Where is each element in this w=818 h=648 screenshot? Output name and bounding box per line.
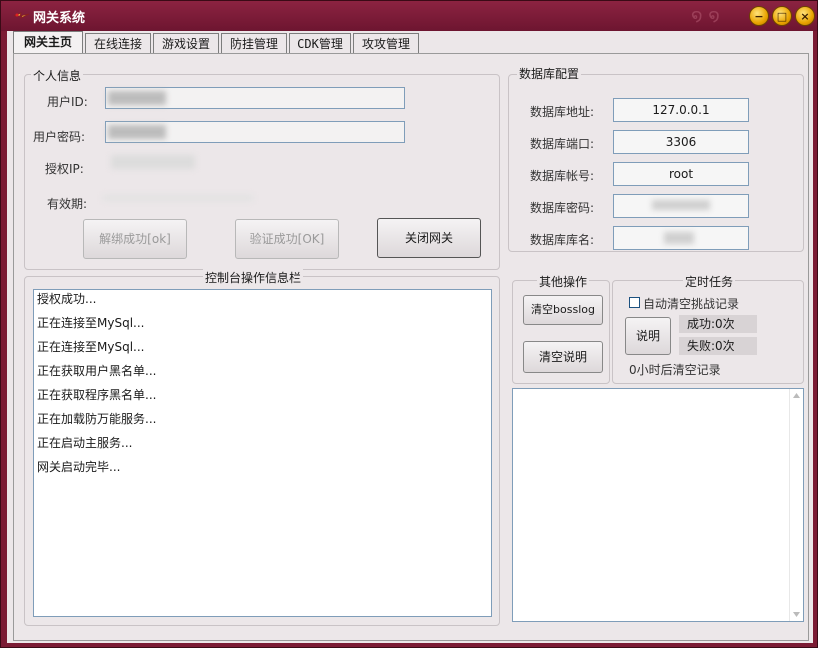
- description-list[interactable]: [512, 388, 804, 622]
- unbind-button[interactable]: 解绑成功[ok]: [83, 219, 187, 259]
- console-line: 网关启动完毕...: [37, 460, 121, 474]
- user-password-label: 用户密码:: [33, 130, 86, 144]
- db-name-label: 数据库库名:: [530, 233, 595, 247]
- validity-value: [103, 195, 253, 201]
- tab-gateway-home[interactable]: 网关主页: [13, 31, 83, 55]
- console-line: 授权成功...: [37, 292, 97, 306]
- app-window: 网关系统 ໑ ໑ − □ × 网关主页 在线连接 游戏设置 防挂管理 CDK管理…: [0, 0, 818, 648]
- console-line: 正在连接至MySql...: [37, 340, 145, 354]
- scroll-up-icon[interactable]: [793, 393, 800, 398]
- validity-label: 有效期:: [47, 197, 88, 211]
- auth-ip-label: 授权IP:: [45, 162, 84, 176]
- clear-after-text: 0小时后清空记录: [629, 363, 721, 377]
- db-account-field[interactable]: root: [613, 162, 749, 186]
- tab-anti-cheat[interactable]: 防挂管理: [221, 33, 287, 54]
- window-title: 网关系统: [33, 11, 86, 26]
- auto-clear-label: 自动清空挑战记录: [643, 297, 740, 311]
- auth-ip-value: [111, 155, 195, 169]
- console-line: 正在获取用户黑名单...: [37, 364, 157, 378]
- other-ops-group: 其他操作 清空bosslog 清空说明: [512, 273, 610, 384]
- tab-cdk[interactable]: CDK管理: [289, 33, 351, 54]
- console-group: 控制台操作信息栏 授权成功... 正在连接至MySql... 正在连接至MySq…: [24, 269, 500, 626]
- db-account-label: 数据库帐号:: [530, 169, 595, 183]
- verify-button[interactable]: 验证成功[OK]: [235, 219, 339, 259]
- user-id-field[interactable]: [105, 87, 405, 109]
- tab-online-connections[interactable]: 在线连接: [85, 33, 151, 54]
- db-port-field[interactable]: 3306: [613, 130, 749, 154]
- user-password-field[interactable]: [105, 121, 405, 143]
- db-address-label: 数据库地址:: [530, 105, 595, 119]
- other-ops-label: 其他操作: [537, 273, 590, 290]
- fail-count: 失败:0次: [679, 337, 757, 355]
- console-label: 控制台操作信息栏: [203, 269, 304, 286]
- console-line: 正在获取程序黑名单...: [37, 388, 157, 402]
- auto-clear-checkbox[interactable]: [629, 297, 640, 308]
- user-id-label: 用户ID:: [47, 95, 88, 109]
- tab-page: 个人信息 用户ID: 用户密码: 授权IP: 有效期: 解绑成功[ok] 验证成…: [13, 53, 809, 641]
- database-config-group: 数据库配置 数据库地址: 127.0.0.1 数据库端口: 3306 数据库帐号…: [508, 65, 804, 252]
- title-bar[interactable]: 网关系统 ໑ ໑ − □ ×: [1, 1, 817, 31]
- description-scrollbar[interactable]: [789, 389, 803, 621]
- tab-siege[interactable]: 攻攻管理: [353, 33, 419, 54]
- console-log[interactable]: 授权成功... 正在连接至MySql... 正在连接至MySql... 正在获取…: [33, 289, 492, 617]
- close-icon[interactable]: ×: [795, 6, 815, 26]
- scheduled-task-group: 定时任务 自动清空挑战记录 说明 成功:0次 失败:0次 0小时后清空记录: [612, 273, 804, 384]
- close-gateway-button[interactable]: 关闭网关: [377, 218, 481, 258]
- maximize-icon[interactable]: □: [772, 6, 792, 26]
- clear-bosslog-button[interactable]: 清空bosslog: [523, 295, 603, 325]
- personal-info-group: 个人信息 用户ID: 用户密码: 授权IP: 有效期: 解绑成功[ok] 验证成…: [24, 67, 500, 270]
- window-body: 网关主页 在线连接 游戏设置 防挂管理 CDK管理 攻攻管理 个人信息 用户ID…: [7, 31, 813, 643]
- db-port-label: 数据库端口:: [530, 137, 595, 151]
- db-address-field[interactable]: 127.0.0.1: [613, 98, 749, 122]
- app-icon: [13, 12, 30, 19]
- explain-button[interactable]: 说明: [625, 317, 671, 355]
- success-count: 成功:0次: [679, 315, 757, 333]
- console-line: 正在连接至MySql...: [37, 316, 145, 330]
- scroll-down-icon[interactable]: [793, 612, 800, 617]
- db-name-field[interactable]: [613, 226, 749, 250]
- console-line: 正在加载防万能服务...: [37, 412, 157, 426]
- minimize-icon[interactable]: −: [749, 6, 769, 26]
- console-line: 正在启动主服务...: [37, 436, 133, 450]
- database-config-label: 数据库配置: [517, 65, 582, 82]
- db-password-label: 数据库密码:: [530, 201, 595, 215]
- scheduled-task-label: 定时任务: [683, 273, 736, 290]
- clear-description-button[interactable]: 清空说明: [523, 341, 603, 373]
- tab-game-settings[interactable]: 游戏设置: [153, 33, 219, 54]
- personal-info-label: 个人信息: [31, 67, 84, 84]
- db-password-field[interactable]: [613, 194, 749, 218]
- swirl-ornament-icon: ໑ ໑: [691, 5, 720, 26]
